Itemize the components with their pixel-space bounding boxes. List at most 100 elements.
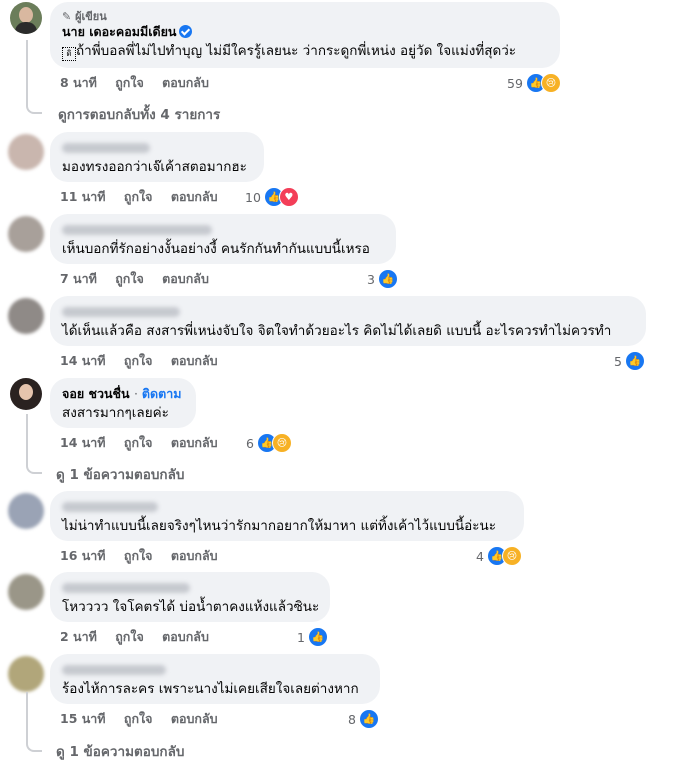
comment-time[interactable]: 14 นาที (60, 353, 106, 368)
comment-text: มองทรงออกว่าเจ๊เค้าสตอมากฮะ (62, 159, 247, 175)
thread-corner (26, 460, 42, 474)
reactions[interactable]: 10 👍 ♥ (245, 187, 299, 207)
comment-text: ร้องไห้การละคร เพราะนางไม่เคยเสียใจเลยต่… (62, 681, 359, 697)
commenter-name-blurred[interactable] (62, 662, 368, 678)
thread-line (26, 692, 28, 738)
like-action[interactable]: ถูกใจ (124, 711, 153, 726)
thread-corner (26, 738, 42, 752)
comment-text: ได้เห็นแล้วคือ สงสารพี่เหน่งจับใจ จิตใจท… (62, 323, 612, 339)
comment-meta: 8 นาที ถูกใจ ตอบกลับ (60, 74, 223, 92)
avatar[interactable] (8, 216, 44, 252)
comment-time[interactable]: 7 นาที (60, 271, 97, 286)
reply-action[interactable]: ตอบกลับ (171, 353, 218, 368)
reply-action[interactable]: ตอบกลับ (171, 435, 218, 450)
avatar[interactable] (10, 378, 42, 410)
comment-text: ดิ ถ้าพี่บอลพี่ไม่ไปทำบุญ ไม่มีใครรู้เลยน… (62, 42, 548, 61)
like-action[interactable]: ถูกใจ (115, 75, 144, 90)
thread-line (26, 414, 28, 460)
comment-bubble: มองทรงออกว่าเจ๊เค้าสตอมากฮะ (50, 132, 264, 182)
avatar[interactable] (8, 134, 44, 170)
comment-time[interactable]: 8 นาที (60, 75, 97, 90)
comment-bubble: ไม่น่าทำแบบนี้เลยจริงๆไหนว่ารักมากอยากให… (50, 491, 524, 541)
placeholder-glyph-icon: ดิ (62, 47, 76, 61)
like-action[interactable]: ถูกใจ (124, 548, 153, 563)
sad-reaction-icon: 😢 (271, 433, 292, 453)
comment-meta: 14 นาที ถูกใจ ตอบกลับ (60, 352, 232, 370)
reactions[interactable]: 3 👍 (367, 269, 398, 289)
thread-corner (26, 100, 42, 114)
commenter-name-blurred[interactable] (62, 304, 634, 320)
comment-meta: 15 นาที ถูกใจ ตอบกลับ (60, 710, 232, 728)
reply-action[interactable]: ตอบกลับ (171, 711, 218, 726)
reactions[interactable]: 6 👍 😢 (246, 433, 292, 453)
verified-badge-icon (179, 25, 193, 38)
avatar[interactable] (8, 298, 44, 334)
like-reaction-icon: 👍 (307, 627, 328, 647)
like-action[interactable]: ถูกใจ (124, 435, 153, 450)
reaction-count: 6 (246, 435, 254, 451)
comment-meta: 16 นาที ถูกใจ ตอบกลับ (60, 547, 232, 565)
comment-bubble: จอย ชวนชื่น · ติดตาม สงสารมากๆเลยค่ะ (50, 378, 196, 428)
comment-text: โหวววว ใจโคตรได้ บ่อน้ำตาคงแห้งแล้วซินะ (62, 599, 320, 615)
commenter-name-blurred[interactable] (62, 499, 512, 515)
reply-action[interactable]: ตอบกลับ (171, 189, 218, 204)
reactions[interactable]: 8 👍 (348, 709, 379, 729)
like-action[interactable]: ถูกใจ (124, 189, 153, 204)
pencil-icon: ✎ (62, 10, 72, 23)
commenter-name-blurred[interactable] (62, 580, 318, 596)
view-replies-link[interactable]: ดู 1 ข้อความตอบกลับ (56, 463, 184, 485)
author-badge: ✎ ผู้เขียน (62, 10, 548, 24)
reaction-count: 3 (367, 271, 375, 287)
commenter-name[interactable]: จอย ชวนชื่น · ติดตาม (62, 386, 184, 402)
view-replies-link[interactable]: ดู 1 ข้อความตอบกลับ (56, 740, 184, 762)
avatar[interactable] (8, 493, 44, 529)
author-badge-label: ผู้เขียน (75, 10, 107, 23)
comment-bubble: เห็นบอกที่รักอย่างงั้นอย่างงี้ คนรักกันท… (50, 214, 396, 264)
comment-time[interactable]: 14 นาที (60, 435, 106, 450)
reaction-count: 5 (614, 353, 622, 369)
reply-action[interactable]: ตอบกลับ (162, 271, 209, 286)
view-replies-link[interactable]: ดูการตอบกลับทั้ง 4 รายการ (58, 103, 220, 125)
like-reaction-icon: 👍 (377, 269, 398, 289)
comment-bubble: โหวววว ใจโคตรได้ บ่อน้ำตาคงแห้งแล้วซินะ (50, 572, 330, 622)
reply-action[interactable]: ตอบกลับ (162, 75, 209, 90)
thread-line (26, 40, 28, 100)
like-reaction-icon: 👍 (358, 709, 379, 729)
reaction-count: 8 (348, 711, 356, 727)
reply-action[interactable]: ตอบกลับ (171, 548, 218, 563)
comment-bubble: ร้องไห้การละคร เพราะนางไม่เคยเสียใจเลยต่… (50, 654, 380, 704)
comment-meta: 2 นาที ถูกใจ ตอบกลับ (60, 628, 223, 646)
comment-time[interactable]: 2 นาที (60, 629, 97, 644)
sad-reaction-icon: 😢 (540, 73, 561, 93)
reactions[interactable]: 59 👍 😢 (507, 73, 561, 93)
commenter-name-blurred[interactable] (62, 140, 252, 156)
comment-time[interactable]: 11 นาที (60, 189, 106, 204)
like-action[interactable]: ถูกใจ (115, 271, 144, 286)
reply-action[interactable]: ตอบกลับ (162, 629, 209, 644)
avatar[interactable] (8, 574, 44, 610)
reactions[interactable]: 5 👍 (614, 351, 645, 371)
comment-time[interactable]: 16 นาที (60, 548, 106, 563)
commenter-name-text[interactable]: จอย ชวนชื่น (62, 386, 130, 401)
comment-text: เห็นบอกที่รักอย่างงั้นอย่างงี้ คนรักกันท… (62, 241, 370, 257)
comment-time[interactable]: 15 นาที (60, 711, 106, 726)
comment-meta: 11 นาที ถูกใจ ตอบกลับ (60, 188, 232, 206)
reaction-count: 10 (245, 189, 261, 205)
comment-text: สงสารมากๆเลยค่ะ (62, 405, 169, 421)
comment-meta: 7 นาที ถูกใจ ตอบกลับ (60, 270, 223, 288)
commenter-name-text[interactable]: นาย เดอะคอมมีเดียน (62, 24, 176, 39)
reactions[interactable]: 4 👍 😢 (476, 546, 522, 566)
avatar[interactable] (8, 656, 44, 692)
comment-bubble: ได้เห็นแล้วคือ สงสารพี่เหน่งจับใจ จิตใจท… (50, 296, 646, 346)
like-action[interactable]: ถูกใจ (124, 353, 153, 368)
like-action[interactable]: ถูกใจ (115, 629, 144, 644)
commenter-name-blurred[interactable] (62, 222, 384, 238)
comment-bubble: ✎ ผู้เขียน นาย เดอะคอมมีเดียน ดิ ถ้าพี่บอ… (50, 2, 560, 68)
reactions[interactable]: 1 👍 (297, 627, 328, 647)
love-reaction-icon: ♥ (278, 187, 299, 207)
like-reaction-icon: 👍 (624, 351, 645, 371)
follow-link[interactable]: ติดตาม (142, 386, 182, 401)
avatar[interactable] (10, 2, 42, 34)
commenter-name[interactable]: นาย เดอะคอมมีเดียน (62, 24, 548, 40)
reaction-count: 59 (507, 75, 523, 91)
